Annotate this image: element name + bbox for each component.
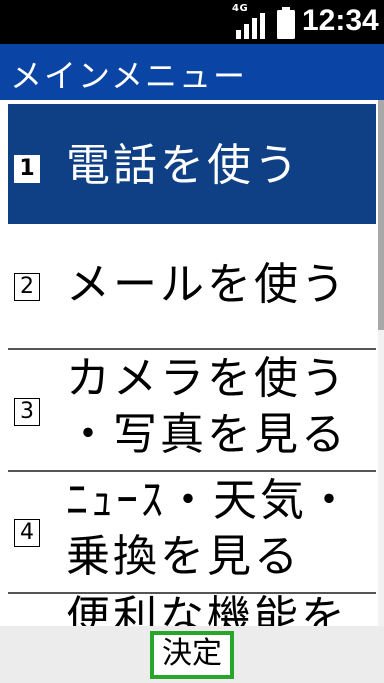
- menu-item-label: 電話を使う: [66, 140, 301, 191]
- scrollbar-thumb[interactable]: [378, 100, 384, 330]
- menu-item-label-line1: カメラを使う: [66, 353, 348, 404]
- menu-item-tools[interactable]: 便利な機能を: [8, 592, 376, 626]
- battery-icon: [277, 7, 295, 39]
- signal-bars-icon: [236, 13, 265, 39]
- menu-number-badge: 4: [14, 519, 40, 547]
- menu-item-news[interactable]: 4 ﾆｭｰｽ・天気・ 乗換を見る: [8, 472, 376, 594]
- menu-item-label-line2: 乗換を見る: [66, 531, 301, 582]
- title-bar: メインメニュー: [0, 44, 384, 100]
- menu-item-phone[interactable]: 1 電話を使う: [8, 104, 376, 224]
- main-menu-list: 1 電話を使う 2 メールを使う 3 カメラを使う ・写真を見る 4 ﾆｭｰｽ・…: [0, 100, 384, 626]
- page-title: メインメニュー: [10, 57, 248, 95]
- menu-item-label: メールを使う: [66, 259, 348, 310]
- softkey-bar: 決定: [0, 626, 384, 683]
- menu-item-label-line2: ・写真を見る: [66, 409, 348, 460]
- menu-item-mail[interactable]: 2 メールを使う: [8, 224, 376, 350]
- menu-item-label-line1: 便利な機能を: [66, 592, 348, 626]
- confirm-button[interactable]: 決定: [150, 631, 234, 679]
- status-bar: 4G 12:34: [0, 0, 384, 44]
- menu-item-camera[interactable]: 3 カメラを使う ・写真を見る: [8, 350, 376, 472]
- menu-number-badge: 2: [14, 273, 40, 301]
- clock: 12:34: [302, 4, 379, 37]
- menu-number-badge: 1: [14, 155, 40, 183]
- menu-number-badge: 3: [14, 398, 40, 426]
- menu-item-label-line1: ﾆｭｰｽ・天気・: [66, 475, 354, 526]
